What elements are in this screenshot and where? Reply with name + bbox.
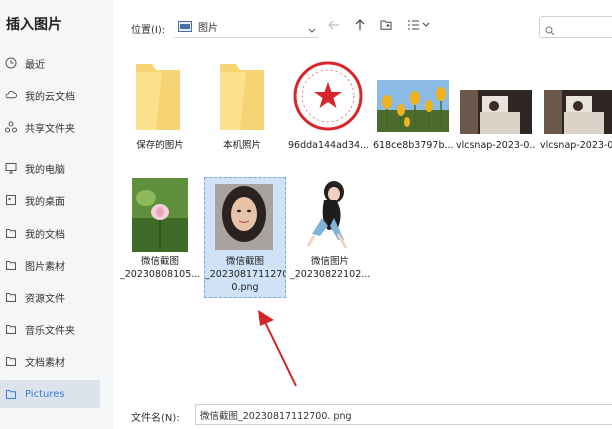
folder-outline-icon — [5, 388, 17, 400]
sidebar-item-label: 图片素材 — [25, 261, 65, 273]
sidebar-item-recent[interactable]: 最近 — [0, 49, 100, 77]
folder-outline-icon — [5, 259, 17, 271]
folder-icon — [134, 64, 182, 134]
location-label: 位置(I): — [131, 25, 166, 36]
location-value: 图片 — [198, 22, 218, 34]
sidebar-item-my-documents[interactable]: 我的文档 — [0, 219, 100, 247]
file-item-selfie-image[interactable]: 微信截图 _20230817112700 0.png — [205, 178, 285, 296]
sidebar-item-label: 我的文档 — [25, 229, 65, 241]
file-item-lotus-image[interactable]: 微信截图 _20230808105... — [120, 178, 200, 290]
sidebar-item-resource-files[interactable]: 资源文件 — [0, 283, 100, 311]
lotus-image-thumbnail — [132, 178, 188, 256]
chevron-down-icon — [307, 20, 317, 39]
back-arrow-icon[interactable] — [327, 18, 341, 32]
seal-image-thumbnail — [290, 58, 366, 138]
file-name-line-1: 微信截图 — [225, 256, 264, 267]
file-name-line-2: _20230822102... — [290, 269, 370, 280]
file-item-vlcsnap-2[interactable]: vlcsnap-2023-0... — [540, 58, 612, 154]
desktop-icon — [5, 194, 17, 206]
new-folder-icon[interactable] — [379, 18, 393, 32]
share-icon — [5, 121, 17, 133]
folder-outline-icon — [5, 291, 17, 303]
sidebar-item-my-computer[interactable]: 我的电脑 — [0, 154, 100, 182]
sidebar-item-image-assets[interactable]: 图片素材 — [0, 251, 100, 279]
tulip-image-thumbnail — [377, 80, 449, 136]
video-frame-thumbnail — [544, 90, 612, 138]
folder-icon — [218, 64, 266, 134]
file-name: 618ce8b3797b... — [373, 140, 453, 151]
sidebar-item-label: 文档素材 — [25, 357, 65, 369]
file-name: 保存的图片 — [136, 140, 184, 151]
file-name-line-3: 0.png — [231, 282, 259, 293]
sidebar-item-desktop[interactable]: 我的桌面 — [0, 186, 100, 214]
sidebar-item-shared-folder[interactable]: 共享文件夹 — [0, 113, 100, 141]
file-item-seal-image[interactable]: 96dda144ad34... — [288, 58, 368, 154]
file-item-cartoon-image[interactable]: 微信图片 _20230822102... — [290, 178, 370, 290]
file-item-folder-local-photos[interactable]: 本机照片 — [202, 58, 282, 154]
folder-outline-icon — [5, 323, 17, 335]
file-name-line-1: 微信截图 — [140, 256, 179, 267]
file-item-tulip-image[interactable]: 618ce8b3797b... — [373, 58, 453, 154]
sidebar-item-document-assets[interactable]: 文档素材 — [0, 347, 100, 375]
sidebar-item-label: 最近 — [25, 59, 45, 71]
sidebar-item-pictures[interactable]: Pictures — [0, 380, 100, 408]
sidebar-item-label: 共享文件夹 — [25, 123, 75, 135]
filename-input[interactable] — [195, 404, 612, 425]
red-arrow-annotation — [258, 310, 297, 387]
file-name: 本机照片 — [222, 140, 261, 151]
cartoon-girl-thumbnail — [294, 178, 366, 256]
file-name: vlcsnap-2023-0... — [540, 140, 612, 151]
sidebar-item-music-folder[interactable]: 音乐文件夹 — [0, 315, 100, 343]
sidebar-item-label: 资源文件 — [25, 293, 65, 305]
sidebar-item-label: 音乐文件夹 — [25, 325, 75, 337]
file-item-vlcsnap-1[interactable]: vlcsnap-2023-0... — [456, 58, 536, 154]
sidebar-item-label: 我的电脑 — [25, 164, 65, 176]
sidebar-item-label: Pictures — [25, 388, 65, 400]
search-input[interactable] — [539, 16, 612, 38]
file-name: 96dda144ad34... — [288, 140, 368, 151]
filename-label: 文件名(N): — [131, 413, 180, 424]
video-frame-thumbnail — [460, 90, 532, 138]
file-name-line-2: _20230817112700 — [205, 269, 285, 280]
file-name-line-2: _20230808105... — [120, 269, 200, 280]
file-name-line-1: 微信图片 — [310, 256, 349, 267]
sidebar-item-cloud-docs[interactable]: 我的云文档 — [0, 81, 100, 109]
file-name: vlcsnap-2023-0... — [456, 140, 536, 151]
location-dropdown[interactable]: 图片 — [174, 15, 319, 38]
monitor-icon — [5, 162, 17, 174]
view-options-icon[interactable] — [407, 18, 431, 32]
cloud-icon — [5, 89, 17, 101]
folder-outline-icon — [5, 355, 17, 367]
clock-icon — [5, 57, 17, 69]
sidebar: 插入图片 最近 我的云文档 共享文件夹 我的电脑 我的桌面 我的文档 图片素材 … — [0, 0, 113, 429]
file-item-folder-saved[interactable]: 保存的图片 — [120, 58, 200, 154]
up-arrow-icon[interactable] — [353, 18, 367, 32]
folder-outline-icon — [5, 227, 17, 239]
sidebar-item-label: 我的云文档 — [25, 91, 75, 103]
dialog-title: 插入图片 — [6, 17, 62, 33]
portrait-image-thumbnail — [215, 184, 273, 254]
image-folder-icon — [178, 17, 192, 36]
sidebar-item-label: 我的桌面 — [25, 196, 65, 208]
search-icon — [545, 21, 555, 40]
